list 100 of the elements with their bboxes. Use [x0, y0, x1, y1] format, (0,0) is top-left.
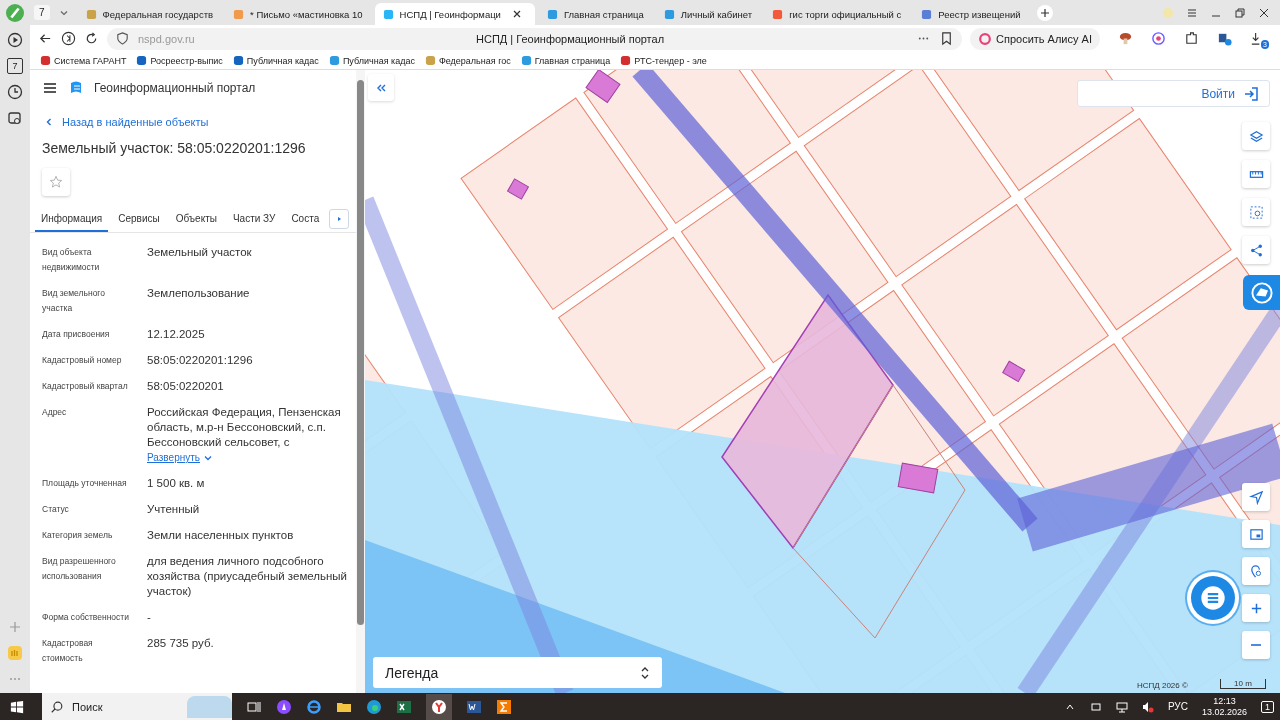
location-search-button[interactable]: [1242, 557, 1270, 585]
up-down-chevron-icon: [640, 665, 650, 680]
bookmark-link[interactable]: Публичная кадас: [328, 55, 415, 66]
shield-icon: [115, 31, 130, 46]
mushroom-icon[interactable]: [1117, 31, 1133, 46]
field-value: Земли населенных пунктов: [147, 528, 294, 543]
tab-count-button[interactable]: 7: [34, 5, 50, 20]
browser-tab[interactable]: Личный кабинет: [655, 3, 761, 25]
field-label: Дата присвоения: [42, 328, 111, 341]
portal-title: Геоинформационный портал: [94, 81, 256, 95]
language-indicator[interactable]: РУС: [1167, 701, 1188, 712]
field-label: Категория земель: [42, 529, 114, 542]
locate-button[interactable]: [1242, 483, 1270, 511]
field-value: Земельный участок: [147, 245, 252, 260]
reload-icon[interactable]: [84, 31, 99, 46]
address-bar[interactable]: nspd.gov.ru НСПД | Геоинформационный портал: [107, 27, 962, 50]
chat-icon: [1200, 585, 1226, 611]
menu-icon[interactable]: [42, 80, 58, 96]
yandex-icon[interactable]: [61, 31, 76, 46]
picture-in-picture-icon: [1248, 526, 1264, 542]
scrollbar[interactable]: [356, 70, 365, 693]
word-icon[interactable]: [466, 698, 482, 715]
site-icon: [772, 8, 784, 20]
site-icon: [233, 8, 245, 20]
chevron-down-icon: [204, 454, 212, 461]
network-icon[interactable]: [1115, 700, 1128, 713]
bookmark-link[interactable]: Главная страница: [520, 55, 611, 66]
browser-tab[interactable]: НСПД | Геоинформаци: [374, 3, 535, 25]
info-tab[interactable]: Информация: [35, 206, 109, 232]
site-icon: [40, 55, 51, 66]
minimap-button[interactable]: [1242, 520, 1270, 548]
back-link[interactable]: Назад в найденные объекты: [46, 116, 356, 128]
login-button[interactable]: Войти: [1077, 80, 1270, 107]
info-tab[interactable]: Части ЗУ: [226, 206, 282, 232]
field-label: Форма собственности: [42, 611, 130, 624]
site-icon: [85, 8, 97, 20]
info-tab[interactable]: Объекты: [169, 206, 223, 232]
bookmark-link[interactable]: Публичная кадас: [232, 55, 319, 66]
browser-tab[interactable]: * Письмо «мастиновка 10: [225, 3, 371, 25]
new-tab-icon[interactable]: [1036, 4, 1053, 21]
clock-time[interactable]: 12:13: [1213, 695, 1236, 707]
field-value: для ведения личного подсобного хозяйства (приусадебный земельный участок): [147, 554, 349, 599]
alice-circle-icon[interactable]: [276, 698, 292, 715]
field-value: 1 500 кв. м: [147, 476, 205, 491]
site-icon: [382, 8, 394, 20]
yandex-browser-icon[interactable]: [426, 693, 452, 720]
login-icon: [1243, 85, 1259, 102]
field-value: 58:05:0220201:1296: [147, 353, 253, 368]
browser-tab[interactable]: гис торги официальный с: [764, 3, 910, 25]
browser-tab[interactable]: Федеральная государств: [77, 3, 222, 25]
scale-bar: 10 m: [1220, 679, 1266, 689]
target-icon[interactable]: [1150, 31, 1166, 46]
zoom-out-button[interactable]: [1242, 631, 1270, 659]
pin-search-icon: [1248, 563, 1264, 579]
selection-search-icon: [1248, 204, 1264, 220]
ruler-button[interactable]: [1242, 160, 1270, 188]
layers-button[interactable]: [1242, 122, 1270, 150]
puzzle-icon[interactable]: [1183, 31, 1199, 46]
clock-icon[interactable]: [7, 84, 23, 100]
edge-browser-icon[interactable]: [366, 698, 382, 715]
bookmark-link[interactable]: Росреестр-выпис: [136, 55, 223, 66]
restore-icon[interactable]: [1234, 6, 1246, 19]
camera-icon[interactable]: [7, 110, 23, 126]
feedback-tab[interactable]: [1243, 275, 1280, 310]
windows-start-icon[interactable]: [10, 699, 24, 714]
share-button[interactable]: [1242, 236, 1270, 264]
excel-icon[interactable]: [396, 698, 412, 715]
camera-icon[interactable]: [1089, 700, 1102, 713]
speaker-muted-icon[interactable]: [1141, 700, 1154, 713]
field-label: Кадастровый номер: [42, 354, 123, 367]
sum-app-icon[interactable]: [496, 698, 512, 715]
play-icon[interactable]: [7, 32, 23, 48]
browser-tab[interactable]: Реестр извещений: [913, 3, 1029, 25]
expand-link[interactable]: Развернуть: [147, 450, 212, 465]
browser-logo-icon[interactable]: [6, 4, 24, 22]
calendar-icon[interactable]: 7: [7, 58, 23, 74]
info-tab[interactable]: Соста: [285, 206, 326, 232]
bookmark-link[interactable]: РТС-тендер - эле: [620, 55, 707, 66]
bookmark-icon[interactable]: [939, 31, 954, 46]
close-icon[interactable]: [1258, 6, 1270, 19]
copyright-text: НСПД 2026 ©: [1137, 681, 1188, 690]
legend-dropdown[interactable]: Легенда: [373, 657, 662, 688]
taskbar-search-field[interactable]: Поиск: [42, 693, 232, 720]
internet-explorer-icon[interactable]: [306, 698, 322, 715]
field-value: 58:05:0220201: [147, 379, 224, 394]
navigation-arrow-icon: [1248, 489, 1264, 505]
site-icon: [232, 55, 244, 66]
site-icon: [921, 8, 933, 20]
info-tab[interactable]: Сервисы: [112, 206, 166, 232]
clock-date[interactable]: 13.02.2026: [1201, 706, 1247, 718]
notifications-button[interactable]: 1: [1261, 700, 1274, 713]
alice-button[interactable]: Спросить Алису AI: [970, 27, 1100, 50]
field-value: 285 735 руб.: [147, 636, 214, 651]
bookmark-link[interactable]: Система ГАРАНТ: [40, 55, 127, 66]
search-icon: [50, 699, 64, 714]
browser-tab[interactable]: Главная страница: [538, 3, 652, 25]
page-title: НСПД | Геоинформационный портал: [475, 32, 666, 45]
bookmark-link[interactable]: Федеральная гос: [424, 55, 511, 66]
zoom-in-button[interactable]: [1242, 594, 1270, 622]
chevron-left-icon: [46, 118, 52, 126]
